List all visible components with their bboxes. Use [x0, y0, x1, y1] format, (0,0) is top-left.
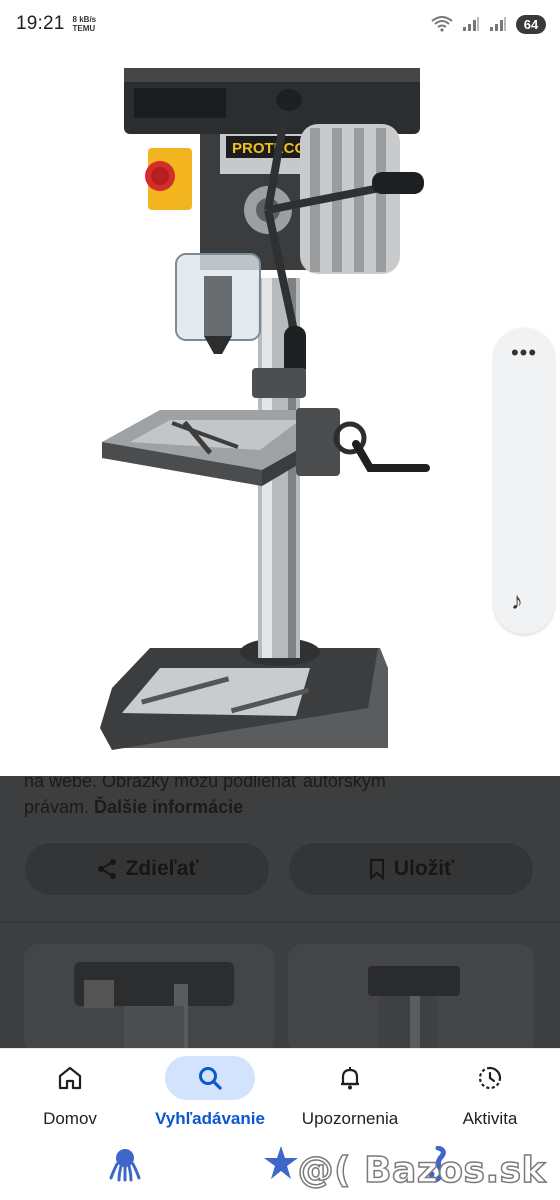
share-icon — [97, 859, 116, 879]
brand-logo: PROTECO — [232, 140, 307, 157]
share-button[interactable]: Zdieľať — [24, 842, 270, 896]
signal-icon — [463, 17, 479, 31]
nav-home-label: Domov — [43, 1109, 97, 1128]
activity-icon-wrap — [445, 1056, 535, 1100]
image-viewer[interactable]: PROTECO — [0, 48, 560, 776]
bell-icon — [341, 1067, 359, 1090]
drill-press-image: PROTECO — [100, 68, 430, 750]
network-speed: 8 kB/s TEMU — [73, 15, 97, 33]
save-label: Uložiť — [393, 857, 455, 880]
more-info-link[interactable]: Ďalšie informácie — [94, 797, 243, 817]
related-image-1 — [74, 962, 234, 1048]
home-icon — [58, 1066, 82, 1090]
battery-badge: 64 — [516, 14, 546, 34]
side-panel: ••• ♪ — [494, 328, 554, 634]
search-icon-wrap — [165, 1056, 255, 1100]
bookmark-icon — [369, 858, 384, 880]
search-icon — [199, 1067, 222, 1090]
nav-home[interactable]: Domov — [0, 1049, 140, 1145]
activity-icon — [478, 1066, 502, 1090]
related-image-2 — [368, 966, 460, 1048]
bottom-strip: @( Bazos.sk — [0, 1144, 560, 1200]
watermark: @( Bazos.sk — [297, 1149, 546, 1192]
network-speed-value: 8 kB/s — [72, 15, 97, 24]
status-time: 19:21 — [16, 13, 65, 34]
starfish-icon — [264, 1146, 298, 1179]
signal-icon-2 — [490, 17, 506, 31]
details-overlay: na webe. Obrázky môžu podliehať autorský… — [0, 776, 560, 1048]
nav-search[interactable]: Vyhľadávanie — [140, 1049, 280, 1145]
share-label: Zdieľať — [125, 857, 199, 880]
nav-activity-label: Aktivita — [462, 1109, 518, 1128]
bottom-navigation: Domov Vyhľadávanie Upozornenia Aktivita — [0, 1048, 560, 1144]
home-icon-wrap — [25, 1056, 115, 1100]
bell-icon-wrap — [305, 1056, 395, 1100]
octopus-icon — [109, 1149, 141, 1182]
more-icon[interactable]: ••• — [494, 342, 554, 364]
nav-search-label: Vyhľadávanie — [155, 1109, 265, 1128]
music-note-icon[interactable]: ♪ — [511, 588, 523, 616]
copyright-notice: na webe. Obrázky môžu podliehať autorský… — [24, 776, 444, 820]
app-hint: TEMU — [72, 24, 96, 33]
nav-notifications-label: Upozornenia — [301, 1109, 399, 1128]
nav-activity[interactable]: Aktivita — [420, 1049, 560, 1145]
wifi-icon — [431, 16, 453, 32]
related-image-thumbnail[interactable] — [288, 944, 534, 1048]
divider — [0, 922, 560, 923]
nav-notifications[interactable]: Upozornenia — [280, 1049, 420, 1145]
related-image-thumbnail[interactable] — [24, 944, 274, 1048]
status-bar: 19:21 8 kB/s TEMU 64 — [0, 0, 560, 48]
status-icons: 64 — [431, 14, 546, 34]
save-button[interactable]: Uložiť — [288, 842, 534, 896]
